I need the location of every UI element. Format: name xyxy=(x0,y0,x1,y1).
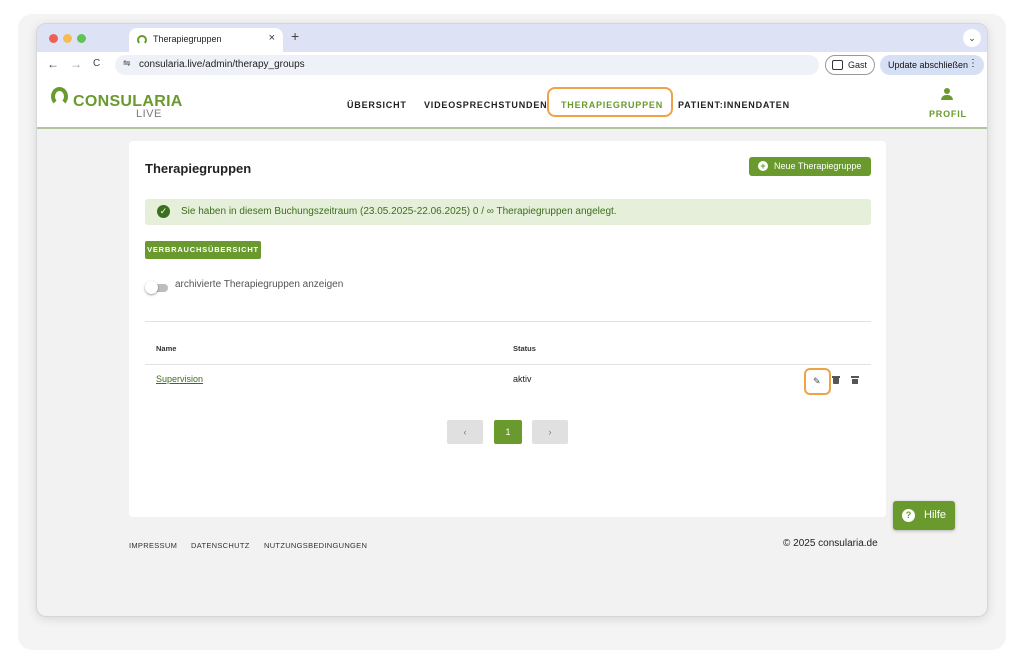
archived-toggle[interactable] xyxy=(145,281,169,294)
browser-tab-active[interactable]: Therapiegruppen × xyxy=(129,28,283,52)
help-question-icon: ? xyxy=(902,509,915,522)
nav-therapiegruppen[interactable]: THERAPIEGRUPPEN xyxy=(561,100,663,110)
help-button[interactable]: ? Hilfe xyxy=(893,501,955,530)
browser-window: Therapiegruppen × + ⌄ ← → C ⇋ consularia… xyxy=(36,23,988,617)
new-therapy-group-label: Neue Therapiegruppe xyxy=(774,161,862,171)
table-header-divider xyxy=(145,364,871,365)
browser-tab-bar: Therapiegruppen × + ⌄ xyxy=(37,24,987,52)
guest-label: Gast xyxy=(848,60,868,70)
tab-title: Therapiegruppen xyxy=(153,34,222,44)
site-header: CONSULARIA LIVE ÜBERSICHT VIDEOSPRECHSTU… xyxy=(37,78,987,129)
site-settings-icon[interactable]: ⇋ xyxy=(123,58,131,69)
archive-box-icon[interactable] xyxy=(851,376,859,384)
page-title: Therapiegruppen xyxy=(145,161,252,176)
back-arrow-icon[interactable]: ← xyxy=(47,57,59,71)
guest-profile-button[interactable]: Gast xyxy=(825,55,875,75)
tab-search-icon[interactable]: ⌄ xyxy=(963,29,981,47)
edit-pencil-icon[interactable]: ✎ xyxy=(813,376,821,387)
check-circle-icon: ✓ xyxy=(157,205,170,218)
reload-icon[interactable]: C xyxy=(93,58,100,69)
archived-toggle-label: archivierte Therapiegruppen anzeigen xyxy=(175,279,344,290)
window-zoom-dot[interactable] xyxy=(77,34,86,43)
pagination-prev-button[interactable]: ‹ xyxy=(447,420,483,444)
update-button[interactable]: Update abschließen ⋮ xyxy=(880,55,984,75)
new-tab-icon[interactable]: + xyxy=(291,28,299,44)
therapy-groups-card: Therapiegruppen + Neue Therapiegruppe ✓ … xyxy=(129,141,886,517)
url-text[interactable]: consularia.live/admin/therapy_groups xyxy=(139,59,305,70)
section-divider xyxy=(145,321,871,322)
forward-arrow-icon[interactable]: → xyxy=(70,57,82,71)
pagination-page-1[interactable]: 1 xyxy=(494,420,522,444)
nav-videosprechstunden[interactable]: VIDEOSPRECHSTUNDEN xyxy=(424,100,547,110)
table-header-name: Name xyxy=(156,344,177,353)
copyright-text: © 2025 consularia.de xyxy=(783,538,878,549)
table-row-status: aktiv xyxy=(513,374,532,384)
window-close-dot[interactable] xyxy=(49,34,58,43)
window-minimize-dot[interactable] xyxy=(63,34,72,43)
nav-uebersicht[interactable]: ÜBERSICHT xyxy=(347,100,407,110)
footer-datenschutz-link[interactable]: DATENSCHUTZ xyxy=(191,541,250,550)
consularia-logo-icon[interactable] xyxy=(51,87,68,106)
tab-close-icon[interactable]: × xyxy=(269,32,275,44)
table-header-status: Status xyxy=(513,344,536,353)
pagination-next-button[interactable]: › xyxy=(532,420,568,444)
new-therapy-group-button[interactable]: + Neue Therapiegruppe xyxy=(749,157,871,176)
table-row-name-link[interactable]: Supervision xyxy=(156,374,203,384)
alert-text: Sie haben in diesem Buchungszeitraum (23… xyxy=(181,206,617,217)
plus-circle-icon: + xyxy=(758,161,768,171)
consularia-favicon-icon xyxy=(137,35,147,45)
more-menu-icon[interactable]: ⋮ xyxy=(968,58,978,69)
delete-trash-icon[interactable] xyxy=(832,376,840,384)
footer-impressum-link[interactable]: IMPRESSUM xyxy=(129,541,177,550)
nav-patientinnendaten[interactable]: PATIENT:INNENDATEN xyxy=(678,100,790,110)
help-label: Hilfe xyxy=(924,509,947,521)
usage-overview-button[interactable]: VERBRAUCHSÜBERSICHT xyxy=(145,241,261,259)
footer-nutzungsbedingungen-link[interactable]: NUTZUNGSBEDINGUNGEN xyxy=(264,541,367,550)
logo-text[interactable]: CONSULARIA xyxy=(73,93,183,111)
logo-subtext: LIVE xyxy=(136,108,162,120)
update-label: Update abschließen xyxy=(888,60,969,70)
profile-link[interactable]: PROFIL xyxy=(929,109,967,119)
booking-period-alert: ✓ Sie haben in diesem Buchungszeitraum (… xyxy=(145,199,871,225)
profile-person-icon[interactable] xyxy=(940,88,954,102)
address-bar[interactable]: ⇋ consularia.live/admin/therapy_groups xyxy=(115,55,819,75)
guest-person-icon xyxy=(832,60,843,70)
browser-toolbar: ← → C ⇋ consularia.live/admin/therapy_gr… xyxy=(37,52,987,78)
